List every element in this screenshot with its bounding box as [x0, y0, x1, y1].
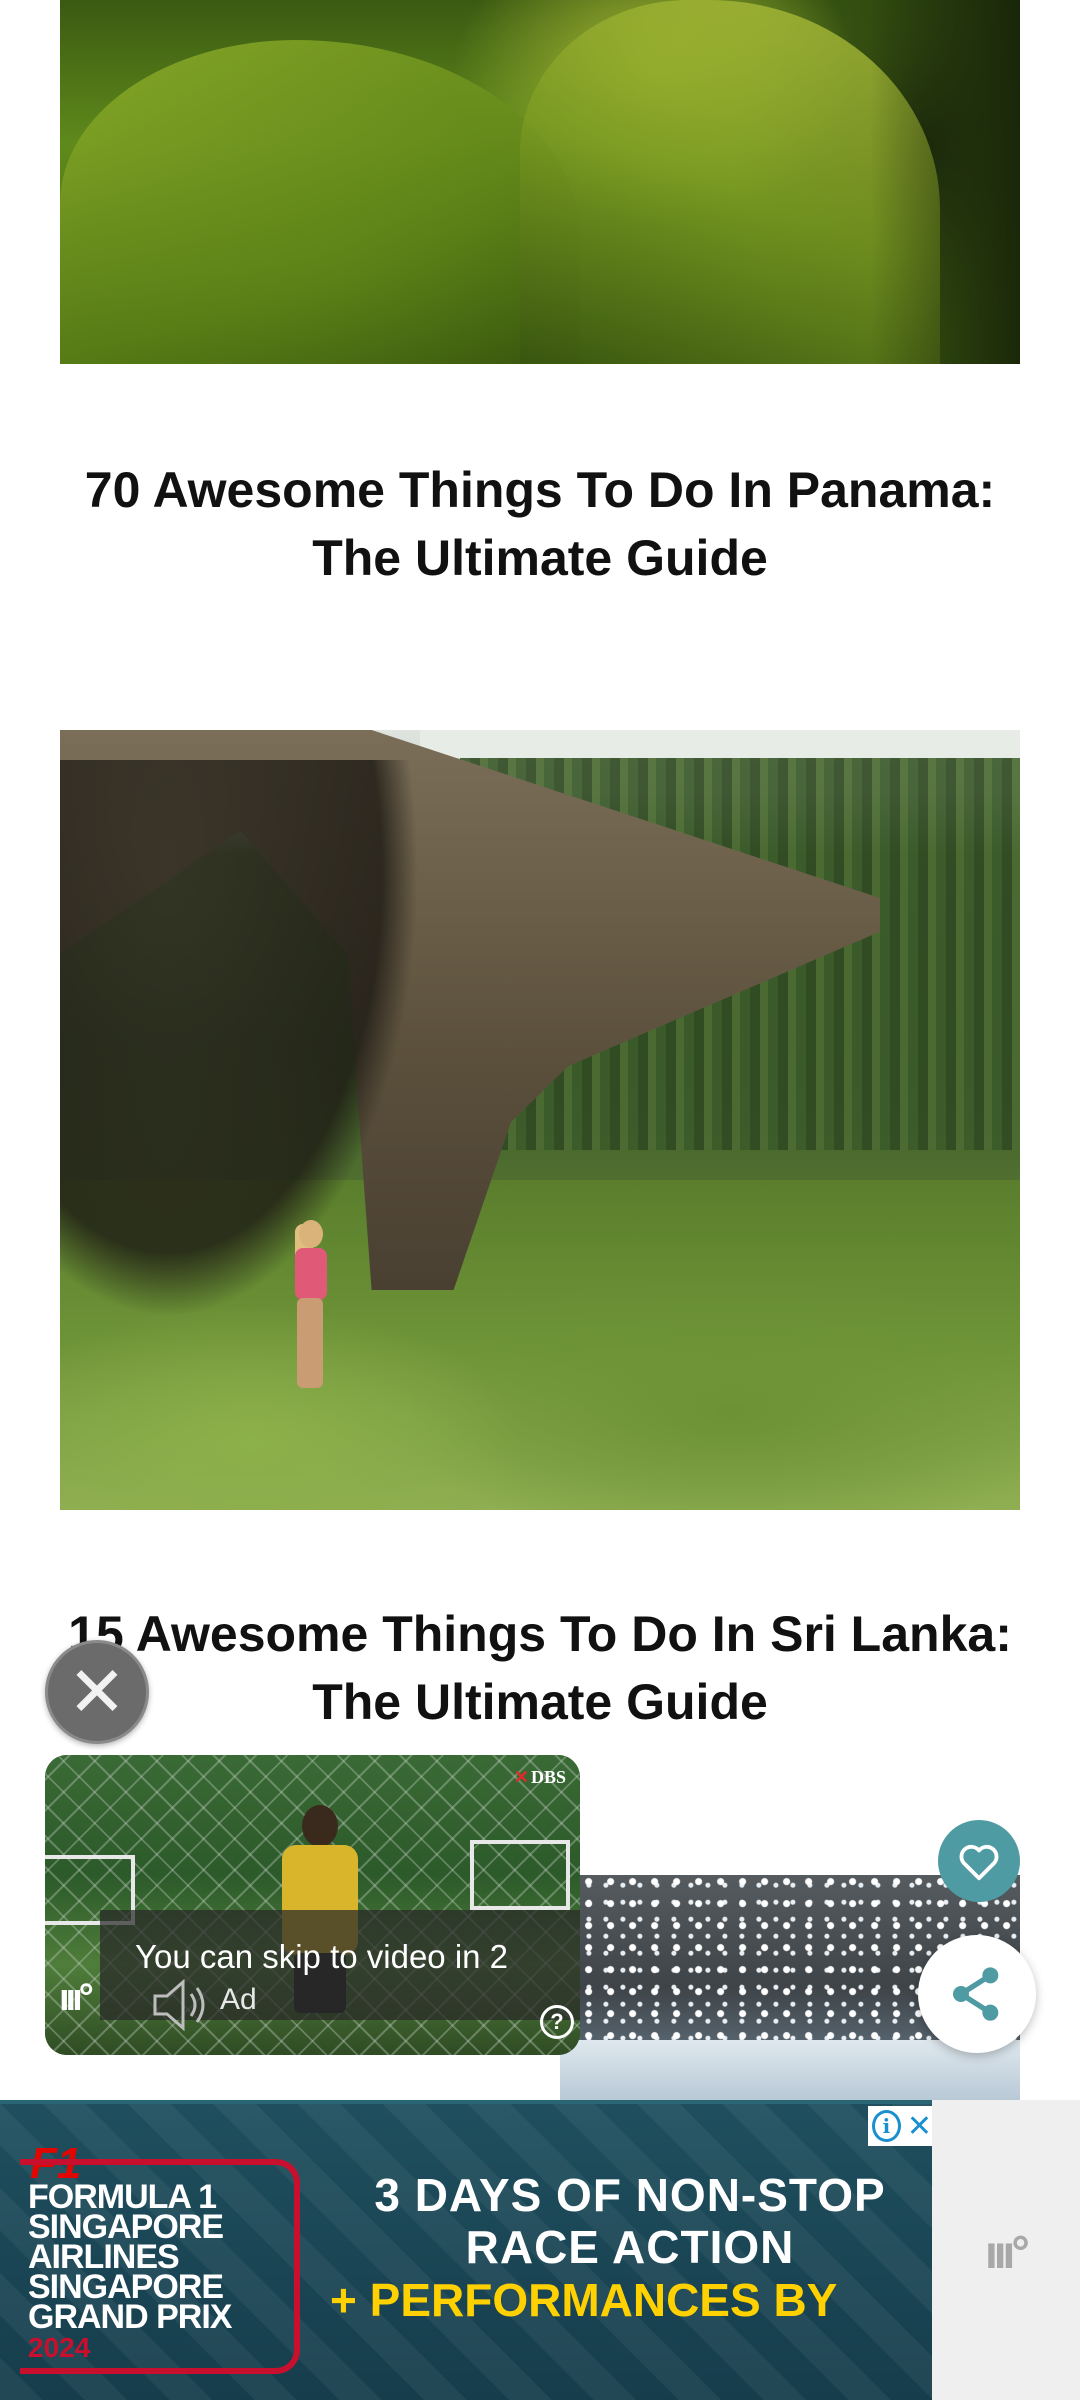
adchoices-button[interactable]: i ✕	[868, 2106, 932, 2146]
heart-icon	[959, 1844, 999, 1881]
post-title-panama[interactable]: 70 Awesome Things To Do In Panama: The U…	[50, 456, 1030, 592]
close-icon: ✕	[67, 1651, 127, 1733]
player-logo-icon: ııı°	[59, 1977, 94, 2019]
ad-headline: 3 DAYS OF NON-STOP RACE ACTION	[374, 2169, 886, 2273]
image-detail	[870, 0, 1020, 364]
favorite-button[interactable]	[938, 1820, 1020, 1902]
image-detail	[560, 2040, 1020, 2100]
event-name: FORMULA 1 SINGAPORE AIRLINES SINGAPORE G…	[28, 2178, 232, 2336]
post-image-panama[interactable]	[60, 0, 1020, 364]
video-ad-player[interactable]: ✕ DBS You can skip to video in 2 ııı° Ad …	[45, 1755, 580, 2055]
ad-network-logo-icon: ııı°	[985, 2226, 1030, 2278]
mute-speaker-icon[interactable]	[145, 1970, 215, 2040]
image-detail	[420, 730, 1020, 758]
close-icon: ✕	[906, 2109, 932, 2143]
banner-ad[interactable]: F1 FORMULA 1 SINGAPORE AIRLINES SINGAPOR…	[0, 2100, 1080, 2400]
post-title-sri-lanka[interactable]: 15 Awesome Things To Do In Sri Lanka: Th…	[50, 1600, 1030, 1736]
image-detail	[60, 760, 420, 1320]
video-frame-detail	[470, 1840, 570, 1910]
post-image-sri-lanka[interactable]	[60, 730, 1020, 1510]
share-button[interactable]	[918, 1935, 1036, 2053]
help-icon[interactable]: ?	[540, 2005, 574, 2039]
ad-label: Ad	[220, 1983, 257, 2016]
share-icon	[953, 1967, 999, 2021]
ad-headline-accent: + PERFORMANCES BY	[330, 2274, 838, 2326]
banner-ad-creative[interactable]: F1 FORMULA 1 SINGAPORE AIRLINES SINGAPOR…	[0, 2100, 932, 2400]
image-detail	[60, 40, 580, 364]
event-year: 2024	[28, 2332, 91, 2363]
close-video-ad-button[interactable]: ✕	[45, 1640, 149, 1744]
advertiser-logo: ✕ DBS	[513, 1767, 566, 1787]
info-icon: i	[872, 2110, 901, 2142]
image-detail	[285, 1220, 335, 1390]
